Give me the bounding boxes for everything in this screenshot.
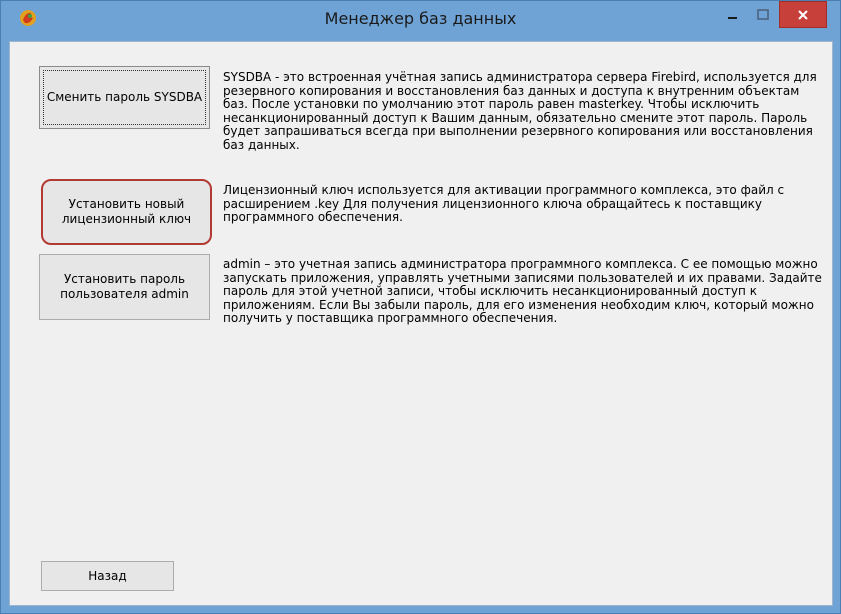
- sysdba-description: SYSDBA - это встроенная учётная запись а…: [223, 70, 817, 152]
- maximize-icon: [757, 9, 769, 20]
- close-button[interactable]: [779, 1, 827, 28]
- back-label: Назад: [88, 568, 127, 583]
- license-description: Лицензионный ключ используется для актив…: [223, 183, 785, 225]
- minimize-button[interactable]: [719, 1, 747, 29]
- title-bar[interactable]: Менеджер баз данных: [1, 1, 840, 41]
- admin-description: admin – это учетная запись администратор…: [223, 257, 822, 326]
- close-icon: [798, 9, 808, 20]
- install-license-key-button[interactable]: Установить новый лицензионный ключ: [41, 179, 212, 245]
- install-license-key-label: Установить новый лицензионный ключ: [61, 197, 192, 226]
- focus-rectangle: [43, 70, 206, 125]
- change-sysdba-password-button[interactable]: Сменить пароль SYSDBA: [39, 66, 210, 129]
- main-window: Менеджер баз данных Сменить пароль SYSDB…: [0, 0, 841, 614]
- set-admin-password-label: Установить пароль пользователя admin: [60, 272, 189, 301]
- set-admin-password-button[interactable]: Установить пароль пользователя admin: [39, 254, 210, 320]
- client-area: Сменить пароль SYSDBA SYSDBA - это встро…: [9, 41, 833, 606]
- window-title: Менеджер баз данных: [324, 9, 517, 28]
- back-button[interactable]: Назад: [41, 561, 174, 591]
- maximize-button[interactable]: [749, 1, 777, 29]
- minimize-icon: [728, 17, 737, 19]
